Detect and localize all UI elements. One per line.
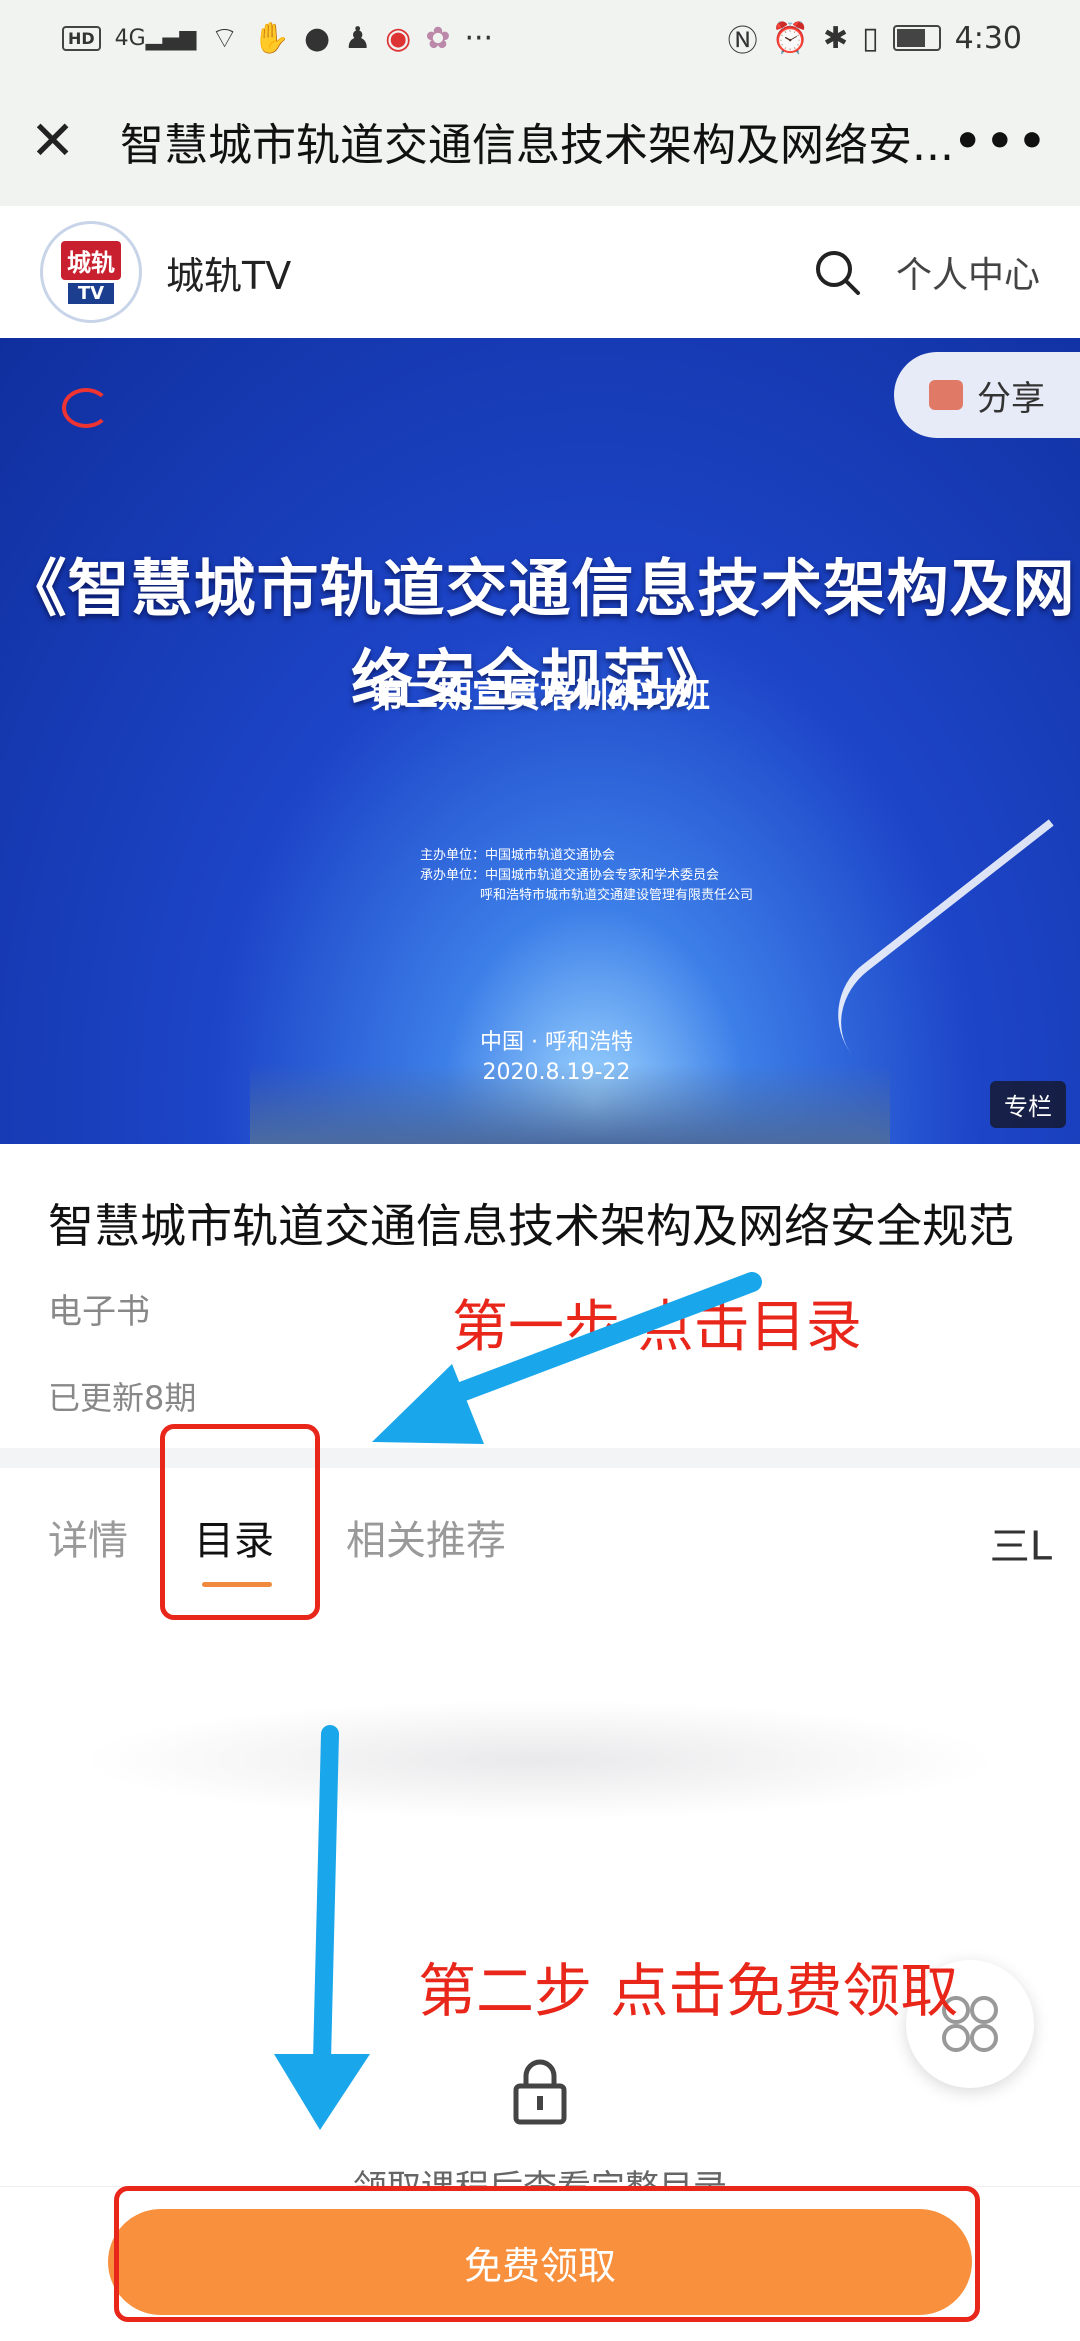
arrow-to-catalog — [430, 1272, 762, 1410]
arrow-head-claim — [274, 2054, 370, 2130]
arrow-to-claim — [313, 1725, 339, 2069]
arrow-head-catalog — [372, 1364, 484, 1444]
annotation-arrows — [274, 1272, 762, 2130]
